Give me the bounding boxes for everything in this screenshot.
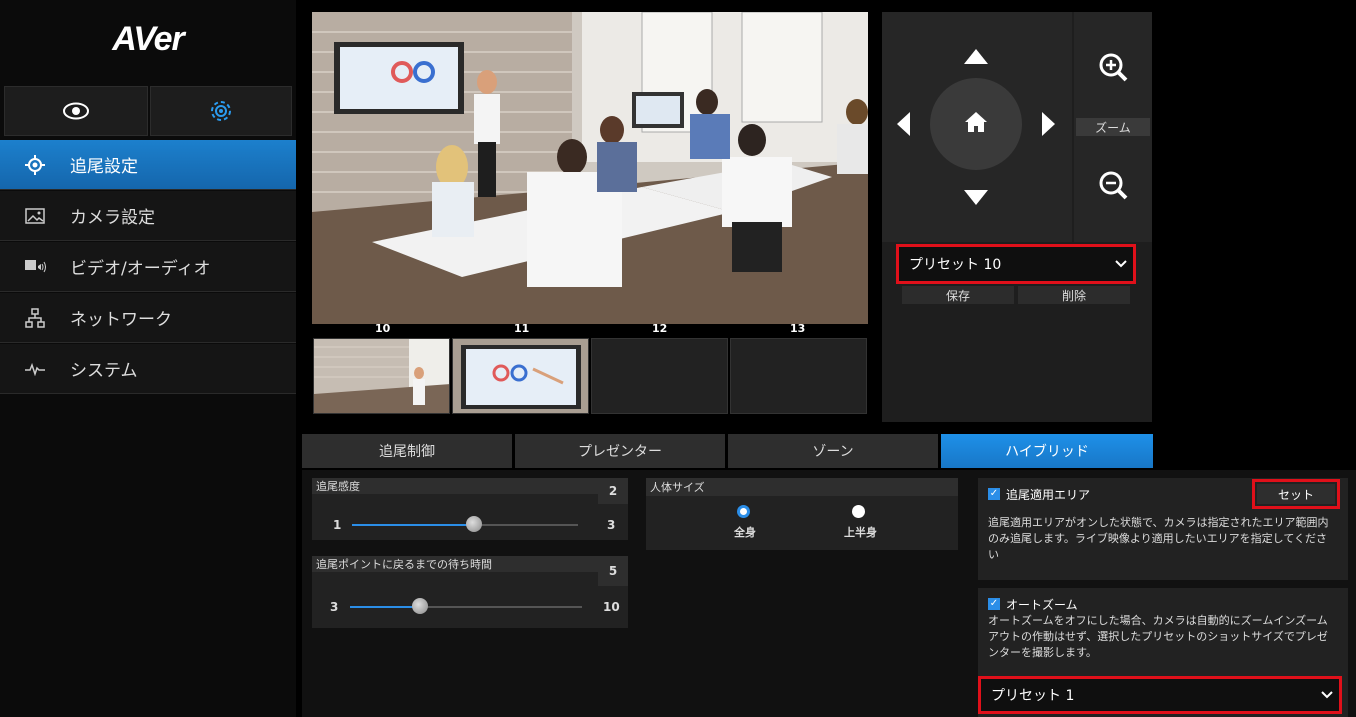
return-wait-label: 追尾ポイントに戻るまでの待ち時間 <box>312 556 598 572</box>
video-audio-icon <box>0 258 70 276</box>
auto-zoom-preset-value: プリセット 1 <box>991 688 1075 704</box>
crosshair-icon <box>0 154 70 175</box>
pan-left-button[interactable] <box>894 110 914 138</box>
sidebar-item-label: システム <box>70 361 138 381</box>
tilt-down-button[interactable] <box>962 186 990 208</box>
preset-select-value: プリセット 10 <box>909 257 1002 273</box>
radio-full-body-label: 全身 <box>734 526 756 539</box>
preset-delete-button[interactable]: 削除 <box>1018 286 1130 304</box>
preset-thumbnail-11[interactable] <box>452 338 589 414</box>
sensitivity-max: 3 <box>607 518 616 532</box>
zoom-in-icon <box>1099 53 1128 82</box>
tab-presenter[interactable]: プレゼンター <box>515 434 725 468</box>
sensitivity-label: 追尾感度 <box>312 478 598 494</box>
auto-zoom-description: オートズームをオフにした場合、カメラは自動的にズームインズームアウトの作動はせず… <box>988 614 1328 659</box>
zoom-out-button[interactable] <box>1096 168 1130 202</box>
radio-full-body[interactable] <box>737 505 750 518</box>
home-icon <box>965 112 987 132</box>
sensitivity-slider-handle[interactable] <box>466 516 482 532</box>
thumbnail-image <box>453 339 588 413</box>
sidebar-item-label: 追尾設定 <box>70 157 138 177</box>
sensitivity-fill <box>352 524 474 526</box>
tilt-up-button[interactable] <box>962 46 990 68</box>
sidebar-item-video-audio[interactable]: ビデオ/オーディオ <box>0 242 296 292</box>
sensitivity-min: 1 <box>333 518 342 532</box>
zoom-label: ズーム <box>1076 118 1150 136</box>
auto-zoom-label: オートズーム <box>1006 598 1078 612</box>
thumbnail-image <box>314 339 449 413</box>
thumb-number: 13 <box>790 322 806 335</box>
sensitivity-value-box: 2 <box>598 478 628 504</box>
return-wait-min: 3 <box>330 600 339 614</box>
pan-right-button[interactable] <box>1038 110 1058 138</box>
network-icon <box>0 307 70 328</box>
sidebar-item-camera[interactable]: カメラ設定 <box>0 191 296 241</box>
sidebar-item-tracking[interactable]: 追尾設定 <box>0 140 296 190</box>
brand-logo: AVer <box>112 20 185 58</box>
auto-zoom-preset-select[interactable]: プリセット 1 <box>978 676 1342 714</box>
tracking-area-description: 追尾適用エリアがオンした状態で、カメラは指定されたエリア範囲内のみ追尾します。ラ… <box>988 516 1329 561</box>
sidebar-item-network[interactable]: ネットワーク <box>0 293 296 343</box>
gear-icon <box>211 101 231 121</box>
sensitivity-value: 2 <box>608 484 618 498</box>
return-wait-value: 5 <box>608 564 618 578</box>
home-button[interactable] <box>958 104 994 140</box>
arrow-up-icon <box>964 49 988 64</box>
arrow-right-icon <box>1042 112 1055 136</box>
chevron-down-icon <box>1321 691 1333 699</box>
preset-thumbnail-12[interactable] <box>591 338 728 414</box>
tab-zone[interactable]: ゾーン <box>728 434 938 468</box>
return-wait-value-box: 5 <box>598 556 628 586</box>
return-wait-slider-handle[interactable] <box>412 598 428 614</box>
thumb-number: 10 <box>375 322 391 335</box>
sidebar-item-label: ネットワーク <box>70 310 172 330</box>
body-size-label: 人体サイズ <box>646 478 958 496</box>
live-video[interactable] <box>312 12 868 324</box>
arrow-left-icon <box>897 112 910 136</box>
preset-select[interactable]: プリセット 10 <box>896 244 1136 284</box>
radio-upper-body[interactable] <box>852 505 865 518</box>
chevron-down-icon <box>1115 260 1127 268</box>
preset-thumbnail-10[interactable] <box>313 338 450 414</box>
sidebar-item-system[interactable]: システム <box>0 344 296 394</box>
tracking-area-set-button[interactable]: セット <box>1257 484 1335 504</box>
arrow-down-icon <box>964 190 988 205</box>
radio-upper-body-label: 上半身 <box>844 526 877 539</box>
tracking-area-set-highlight: セット <box>1252 479 1340 509</box>
eye-icon <box>63 102 89 120</box>
tracking-area-checkbox[interactable]: ✓ <box>988 488 1000 500</box>
sidebar-item-label: カメラ設定 <box>70 208 155 228</box>
tab-live-view[interactable] <box>4 86 148 136</box>
pulse-icon <box>0 362 70 376</box>
thumb-number: 11 <box>514 322 530 335</box>
tab-tracking-control[interactable]: 追尾制御 <box>302 434 512 468</box>
return-wait-max: 10 <box>603 600 620 614</box>
return-wait-fill <box>350 606 418 608</box>
preset-save-button[interactable]: 保存 <box>902 286 1014 304</box>
thumb-number: 12 <box>652 322 668 335</box>
zoom-out-icon <box>1099 171 1128 200</box>
image-icon <box>0 207 70 224</box>
tab-hybrid[interactable]: ハイブリッド <box>941 434 1153 468</box>
tracking-area-label: 追尾適用エリア <box>1006 488 1091 502</box>
tab-settings[interactable] <box>150 86 292 136</box>
sidebar-item-label: ビデオ/オーディオ <box>70 259 211 279</box>
classroom-image <box>312 12 868 324</box>
preset-thumbnail-13[interactable] <box>730 338 867 414</box>
zoom-in-button[interactable] <box>1096 50 1130 84</box>
auto-zoom-checkbox[interactable]: ✓ <box>988 598 1000 610</box>
